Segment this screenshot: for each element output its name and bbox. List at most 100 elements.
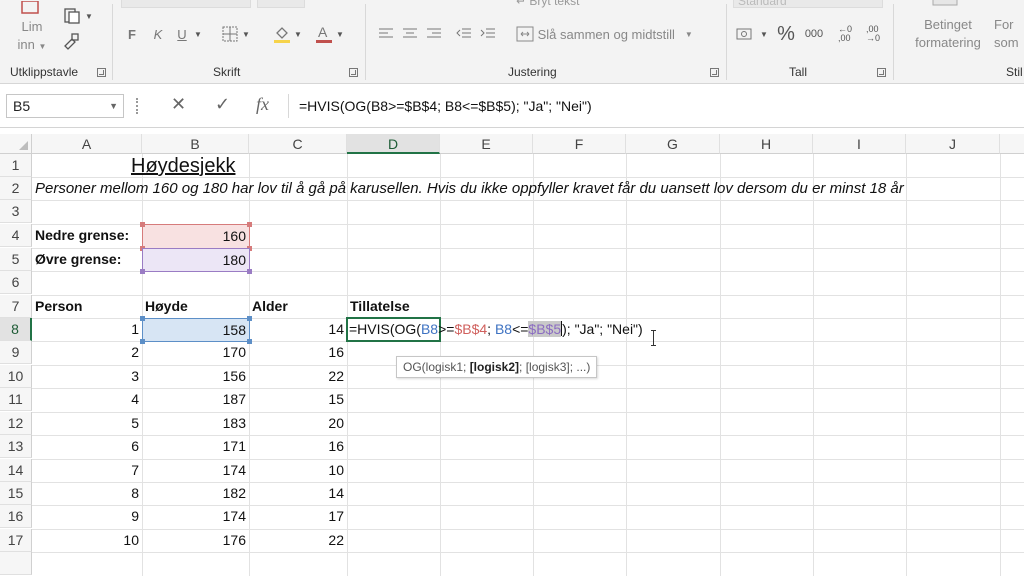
cell-height[interactable]: 158 [142, 318, 250, 342]
font-name-dropdown[interactable] [121, 0, 251, 8]
row-header-16[interactable]: 16 [0, 505, 32, 528]
name-box[interactable]: B5 ▼ [6, 94, 124, 118]
align-center-icon[interactable] [400, 24, 420, 44]
cell-height[interactable]: 176 [142, 529, 249, 552]
active-edit-cell[interactable]: =HVIS(OG(B8>=$B$4; B8<=$B$5); "Ja"; "Nei… [346, 317, 643, 342]
wrap-text-button[interactable]: ↵ Bryt tekst [516, 0, 626, 8]
insert-function-icon[interactable]: fx [256, 94, 269, 115]
cell-person[interactable]: 8 [32, 482, 142, 505]
formula-input[interactable]: =HVIS(OG(B8>=$B$4; B8<=$B$5); "Ja"; "Nei… [288, 94, 1018, 118]
row-header-9[interactable]: 9 [0, 341, 32, 364]
cell-person[interactable]: 6 [32, 435, 142, 458]
increase-indent-icon[interactable] [478, 24, 498, 44]
row-header-17[interactable]: 17 [0, 529, 32, 552]
dialog-launcher-icon[interactable] [97, 68, 106, 77]
chevron-down-icon[interactable]: ▼ [241, 24, 251, 44]
cell-height[interactable]: 187 [142, 388, 249, 411]
chevron-down-icon[interactable]: ▼ [335, 24, 345, 44]
decrease-indent-icon[interactable] [454, 24, 474, 44]
format-as-table-button[interactable]: For som [994, 16, 1024, 52]
font-color-icon[interactable]: A [313, 22, 335, 46]
row-header-8[interactable]: 8 [0, 318, 32, 341]
range-handle[interactable] [140, 222, 145, 227]
cell-age[interactable]: 15 [249, 388, 347, 411]
cell-person[interactable]: 5 [32, 412, 142, 435]
row-header-4[interactable]: 4 [0, 224, 32, 247]
cell-age[interactable]: 22 [249, 365, 347, 388]
cell-height[interactable]: 171 [142, 435, 249, 458]
conditional-formatting-button[interactable]: Betinget formatering [900, 16, 996, 52]
dialog-launcher-icon[interactable] [877, 68, 886, 77]
range-handle[interactable] [140, 269, 145, 274]
column-header-f[interactable]: F [533, 134, 626, 154]
font-size-dropdown[interactable] [257, 0, 305, 8]
range-handle[interactable] [247, 269, 252, 274]
cell-age[interactable]: 16 [249, 341, 347, 364]
column-header-a[interactable]: A [32, 134, 142, 154]
row-header-3[interactable]: 3 [0, 200, 32, 223]
copy-icon[interactable]: ▼ [60, 6, 96, 26]
sheet-description[interactable]: Personer mellom 160 og 180 har lov til å… [32, 177, 907, 200]
function-argument-tooltip[interactable]: OG(logisk1; [logisk2]; [logisk3]; ...) [396, 356, 598, 378]
column-header-i[interactable]: I [813, 134, 906, 154]
upper-limit-label[interactable]: Øvre grense: [32, 248, 124, 271]
cell-person[interactable]: 10 [32, 529, 142, 552]
row-header-18[interactable] [0, 552, 32, 575]
dialog-launcher-icon[interactable] [349, 68, 358, 77]
merge-center-button[interactable]: Slå sammen og midtstill ▼ [516, 24, 716, 44]
sheet-title[interactable]: Høydesjekk [128, 154, 238, 177]
column-header-k[interactable] [1000, 134, 1024, 154]
align-left-icon[interactable] [376, 24, 396, 44]
enter-icon[interactable]: ✓ [215, 94, 230, 115]
header-age[interactable]: Alder [249, 295, 291, 318]
column-header-c[interactable]: C [249, 134, 347, 154]
cancel-icon[interactable]: ✕ [171, 94, 186, 115]
paste-icon[interactable] [18, 0, 44, 16]
formula-bar-splitter[interactable] [136, 98, 140, 114]
cell-height[interactable]: 183 [142, 412, 249, 435]
header-permission[interactable]: Tillatelse [347, 295, 413, 318]
dialog-launcher-icon[interactable] [710, 68, 719, 77]
column-header-h[interactable]: H [720, 134, 813, 154]
cell-height[interactable]: 170 [142, 341, 249, 364]
cell-person[interactable]: 3 [32, 365, 142, 388]
paste-button-label[interactable]: Lim inn ▼ [10, 18, 54, 56]
row-header-10[interactable]: 10 [0, 365, 32, 388]
percent-button[interactable]: % [775, 22, 797, 46]
column-header-g[interactable]: G [626, 134, 720, 154]
cell-height[interactable]: 174 [142, 505, 249, 528]
row-header-5[interactable]: 5 [0, 248, 32, 271]
cell-height[interactable]: 174 [142, 459, 249, 482]
cell-height[interactable]: 156 [142, 365, 249, 388]
bold-button[interactable]: F [123, 24, 141, 44]
cell-person[interactable]: 9 [32, 505, 142, 528]
italic-button[interactable]: K [149, 24, 167, 44]
cell-age[interactable]: 14 [249, 482, 347, 505]
chevron-down-icon[interactable]: ▼ [759, 24, 769, 44]
row-header-1[interactable]: 1 [0, 154, 32, 177]
row-header-11[interactable]: 11 [0, 388, 32, 411]
cell-age[interactable]: 20 [249, 412, 347, 435]
fill-color-icon[interactable] [271, 22, 293, 46]
row-header-13[interactable]: 13 [0, 435, 32, 458]
select-all-button[interactable] [0, 134, 32, 154]
decrease-decimal-icon[interactable]: ,00 →0 [861, 22, 885, 46]
row-header-12[interactable]: 12 [0, 412, 32, 435]
increase-decimal-icon[interactable]: ←0,00 [833, 22, 857, 46]
cell-height[interactable]: 182 [142, 482, 249, 505]
number-format-dropdown[interactable]: Standard [733, 0, 883, 8]
column-header-j[interactable]: J [906, 134, 1000, 154]
underline-button[interactable]: U [173, 24, 191, 44]
cell-person[interactable]: 1 [32, 318, 142, 341]
cell-person[interactable]: 4 [32, 388, 142, 411]
cell-person[interactable]: 7 [32, 459, 142, 482]
cell-age[interactable]: 10 [249, 459, 347, 482]
row-header-6[interactable]: 6 [0, 271, 32, 294]
conditional-formatting-icon[interactable] [930, 0, 960, 8]
row-header-15[interactable]: 15 [0, 482, 32, 505]
upper-limit-cell[interactable]: 180 [142, 248, 250, 272]
cell-age[interactable]: 16 [249, 435, 347, 458]
range-handle[interactable] [247, 222, 252, 227]
row-header-7[interactable]: 7 [0, 295, 32, 318]
lower-limit-cell[interactable]: 160 [142, 224, 250, 249]
